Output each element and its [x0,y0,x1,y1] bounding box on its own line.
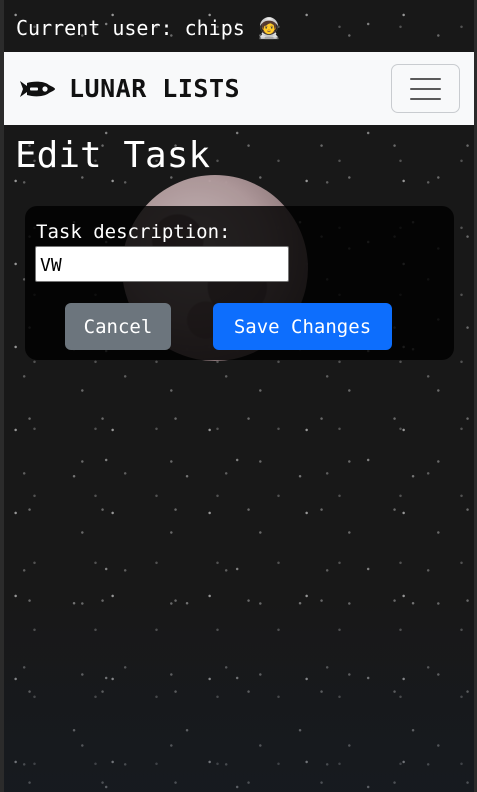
navbar: LUNAR LISTS [4,52,474,125]
hamburger-menu-icon [410,77,441,101]
save-changes-button[interactable]: Save Changes [213,303,392,350]
cancel-button[interactable]: Cancel [65,303,171,350]
page-title: Edit Task [15,135,211,176]
brand-name: LUNAR LISTS [69,74,241,103]
background-glow [4,592,474,792]
task-description-input[interactable] [35,246,289,282]
current-user-text: Current user: chips 🧑‍🚀 [16,16,282,40]
navbar-toggler-button[interactable] [391,64,460,113]
rocket-icon [20,80,55,97]
brand-link[interactable]: LUNAR LISTS [18,52,240,125]
task-description-label: Task description: [36,221,231,243]
edit-task-form: Task description: Cancel Save Changes [25,206,454,360]
